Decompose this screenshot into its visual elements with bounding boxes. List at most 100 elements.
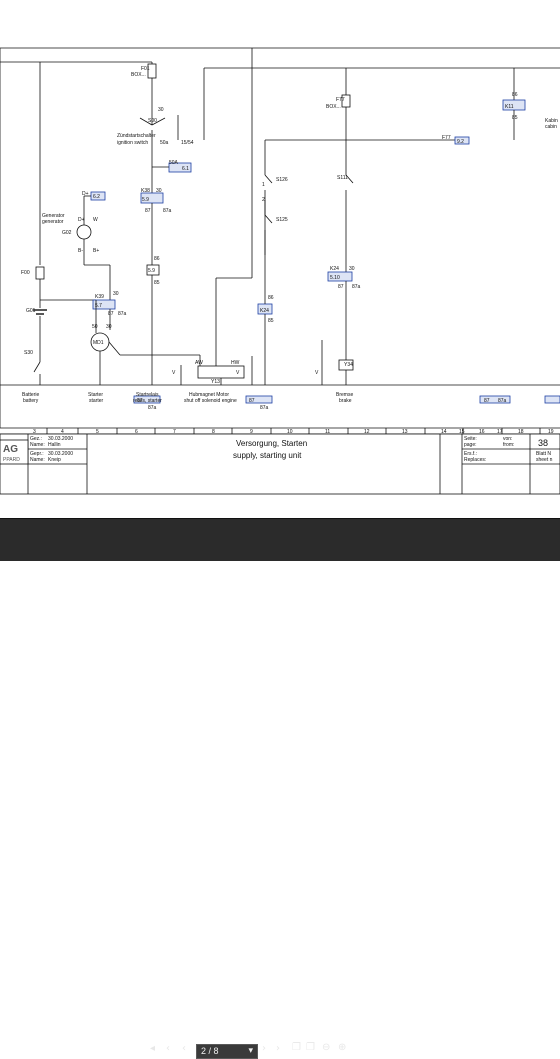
label-batterie-en: battery: [23, 398, 39, 404]
s126-ref: S126: [276, 177, 288, 183]
s00-t15-54: 15/54: [181, 140, 194, 146]
zoom-in-icon[interactable]: ⊕: [338, 1042, 346, 1053]
grid-col-14: 14: [441, 429, 447, 435]
label-startrelais-en: relais, starter: [133, 398, 162, 404]
doc-number: 38: [538, 438, 548, 448]
f77-xref-ref: F77: [442, 135, 451, 141]
g01-ref: G01: [26, 308, 36, 314]
page-dropdown-icon[interactable]: ▾: [248, 1045, 253, 1056]
label-bremse-en: brake: [339, 398, 352, 404]
k39-t87: 87: [108, 311, 114, 317]
grid-column-numbers: 3 4 5 6 7 8 9 10 11 12 13 14 15 16 17 18…: [33, 429, 554, 435]
y13-hw: HW: [231, 360, 240, 366]
f77-xref-value: 9.2: [457, 139, 464, 145]
k38-t87a: 87a: [163, 208, 172, 214]
zoom-out-icon[interactable]: ⊖: [322, 1042, 330, 1053]
md1-t30: 30: [106, 324, 112, 330]
grid-col-18: 18: [518, 429, 524, 435]
replaces-label: Replaces:: [464, 457, 486, 463]
grid-col-3: 3: [33, 429, 36, 435]
last-page-icon[interactable]: ›: [276, 1043, 280, 1054]
sheet-label: sheet n: [536, 457, 553, 463]
k38-t30: 30: [156, 188, 162, 194]
k24-t85: 85: [268, 318, 274, 324]
y13-aw: AW: [195, 360, 203, 366]
grid-col-11: 11: [325, 429, 330, 435]
label-hubmagnet-en: shut off solenoid engine: [184, 398, 237, 404]
s111-ref: S111: [337, 175, 348, 181]
name-label: Name:: [30, 442, 45, 448]
page-label: page:: [464, 442, 477, 448]
dplus-xref: 6.2: [93, 194, 100, 200]
name-value: Hallin: [48, 442, 61, 448]
xref-87a-3: 87a: [498, 398, 507, 404]
dplus-ref: D+: [82, 191, 89, 197]
grid-col-8: 8: [212, 429, 215, 435]
f77-ref: F77: [336, 97, 345, 103]
next-page-icon[interactable]: ›: [262, 1043, 266, 1054]
k24-coil-label: K24: [260, 308, 269, 314]
s125-ref: S125: [276, 217, 288, 223]
g02-t-bm: B-: [78, 248, 83, 254]
logo-top: AG: [3, 444, 18, 455]
g02-ref: G02: [62, 230, 72, 236]
x50a-xref: 6.1: [182, 166, 189, 172]
md1-t50: 50: [92, 324, 98, 330]
g02-t-d: D+: [78, 217, 85, 223]
f01-loc: BOX...: [131, 72, 146, 78]
page-number-input[interactable]: 2 / 8 ▾: [196, 1044, 258, 1059]
grid-col-12: 12: [364, 429, 370, 435]
k38-t86: 86: [154, 256, 160, 262]
prev-page-icon[interactable]: ◂: [150, 1043, 155, 1054]
k38-t87: 87: [145, 208, 151, 214]
s126-t1: 1: [262, 182, 265, 188]
s126-t2: 2: [262, 197, 265, 203]
kabin-en: cabin: [545, 124, 557, 130]
f77-loc: BOX...: [326, 104, 341, 110]
grid-col-15: 15: [459, 429, 465, 435]
s00-t50a: 50a: [160, 140, 169, 146]
first-page-icon[interactable]: ‹: [166, 1043, 170, 1054]
f00-ref: F00: [21, 270, 30, 276]
name2-label: Name:: [30, 457, 45, 463]
v-label-2: V: [236, 370, 240, 376]
from-label: from:: [503, 442, 514, 448]
v-label-3: V: [315, 370, 319, 376]
k11-t86: 86: [512, 92, 518, 98]
xref-87-3: 87: [484, 398, 490, 404]
k24-t87: 87: [338, 284, 344, 290]
v-label-1: V: [172, 370, 176, 376]
y34-ref: Y34: [344, 362, 353, 368]
s00-label-en: ignition switch: [117, 140, 148, 146]
label-starter-en: starter: [89, 398, 104, 404]
xref-87a-1: 87a: [148, 405, 157, 411]
title-en: supply, starting unit: [233, 451, 302, 460]
grid-col-5: 5: [96, 429, 99, 435]
k38-coil-xref: 5.9: [148, 268, 155, 274]
s00-label-de: Zündstartschalter: [117, 133, 156, 139]
k11-t85: 85: [512, 115, 518, 121]
viewer-toolbar: ◂ ‹ ‹ 2 / 8 ▾ › › ❐ ❐ ⊖ ⊕: [0, 518, 560, 1059]
copy-icon[interactable]: ❐: [292, 1042, 301, 1053]
k24-t30: 30: [349, 266, 355, 272]
schematic-sheet: F01 BOX... 30 S00 Zündstartschalter igni…: [0, 0, 560, 518]
name2-value: Kneip: [48, 457, 61, 463]
prev-icon[interactable]: ‹: [182, 1043, 186, 1054]
s00-t30: 30: [158, 107, 164, 113]
k24-t86: 86: [268, 295, 274, 301]
page-number-value: 2 / 8: [201, 1046, 219, 1056]
duplicate-icon[interactable]: ❐: [306, 1042, 315, 1053]
g02-t-b: B+: [93, 248, 99, 254]
grid-col-17: 17: [497, 429, 503, 435]
xref-87-2: 87: [249, 398, 255, 404]
grid-col-6: 6: [135, 429, 138, 435]
k39-xref: 5.7: [95, 303, 102, 309]
grid-col-16: 16: [479, 429, 485, 435]
k24-t87a: 87a: [352, 284, 361, 290]
k39-t30: 30: [113, 291, 119, 297]
k38-ref: K38: [141, 188, 150, 194]
k39-ref: K39: [95, 294, 104, 300]
y13-ref: Y13: [211, 379, 220, 385]
k24-xref: 5.10: [330, 275, 340, 281]
grid-col-19: 19: [548, 429, 554, 435]
